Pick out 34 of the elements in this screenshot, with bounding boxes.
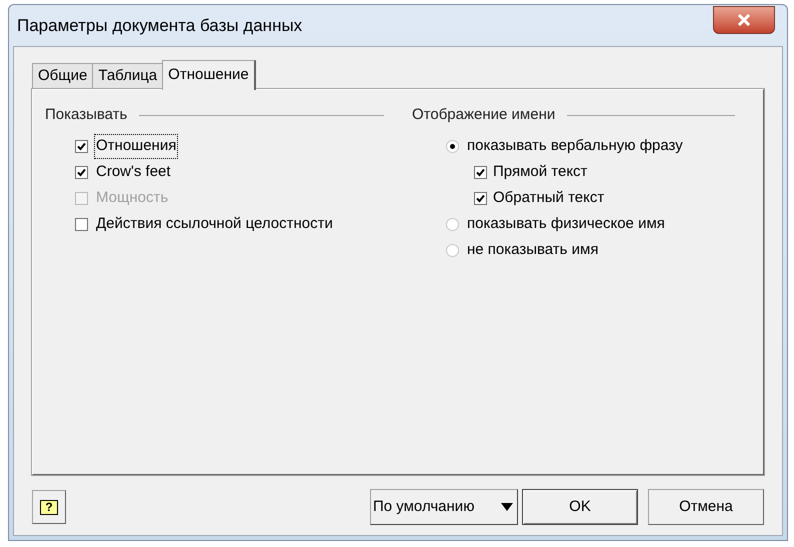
cancel-button[interactable]: Отмена bbox=[648, 489, 764, 525]
default-dropdown-button[interactable]: По умолчанию bbox=[370, 489, 518, 525]
checkbox-label: Прямой текст bbox=[493, 162, 588, 182]
checkbox[interactable] bbox=[75, 140, 88, 153]
group-title: Показывать bbox=[45, 105, 128, 125]
radio-label: показывать вербальную фразу bbox=[467, 136, 683, 156]
radio-label: показывать физическое имя bbox=[467, 214, 665, 234]
caret-icon bbox=[501, 503, 513, 511]
checkmark-icon bbox=[77, 168, 86, 177]
checkbox-label: Обратный текст bbox=[493, 188, 604, 208]
group-title: Отображение имени bbox=[412, 105, 556, 125]
radio-button[interactable] bbox=[446, 218, 459, 231]
close-icon bbox=[737, 14, 751, 26]
tab[interactable]: Общие bbox=[32, 63, 94, 89]
checkbox[interactable] bbox=[75, 166, 88, 179]
ok-button[interactable]: OK bbox=[522, 489, 638, 525]
checkmark-icon bbox=[77, 142, 86, 151]
checkbox[interactable] bbox=[474, 166, 487, 179]
checkbox-label: Мощность bbox=[95, 188, 170, 208]
radio-button[interactable] bbox=[446, 244, 459, 257]
tab[interactable]: Отношение bbox=[162, 60, 256, 90]
checkmark-icon bbox=[476, 168, 485, 177]
checkbox-label: Crow's feet bbox=[95, 162, 172, 182]
checkmark-icon bbox=[476, 194, 485, 203]
radio-button[interactable] bbox=[446, 140, 459, 153]
checkbox[interactable] bbox=[474, 192, 487, 205]
radio-label: не показывать имя bbox=[467, 240, 598, 260]
checkbox[interactable] bbox=[75, 218, 88, 231]
checkbox-label: Отношения bbox=[94, 134, 178, 159]
close-button[interactable] bbox=[713, 6, 775, 34]
tab[interactable]: Таблица bbox=[92, 63, 164, 89]
help-button[interactable]: ? bbox=[32, 490, 66, 524]
window-title: Параметры документа базы данных bbox=[17, 14, 304, 37]
checkbox-label: Действия ссылочной целостности bbox=[95, 214, 334, 234]
